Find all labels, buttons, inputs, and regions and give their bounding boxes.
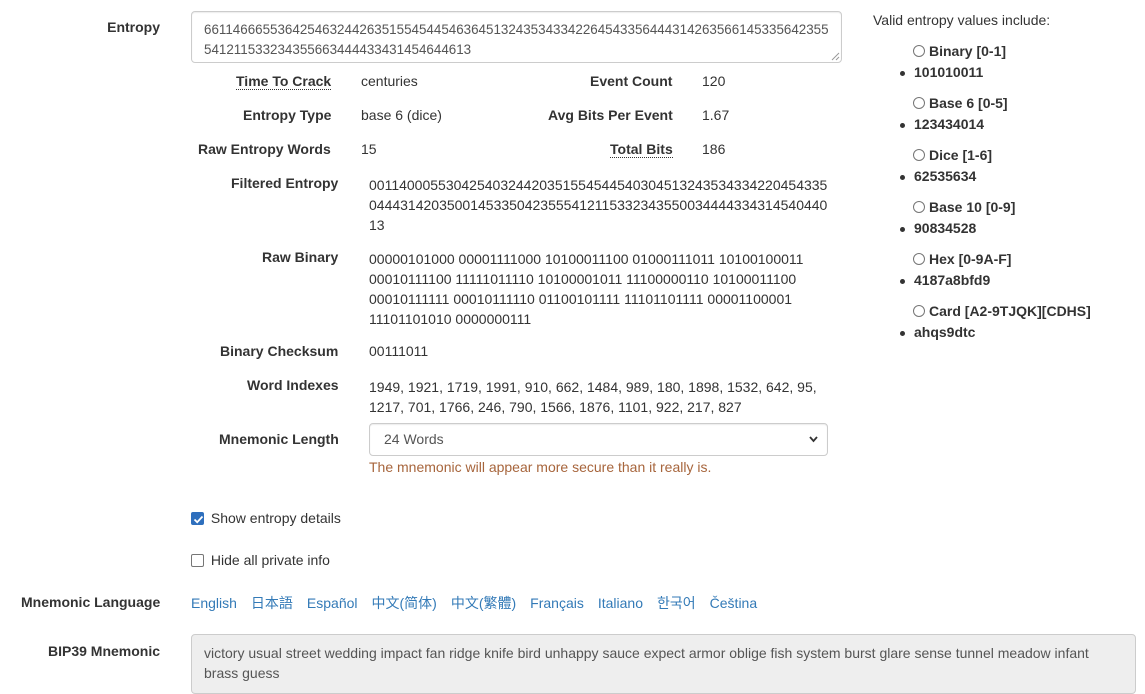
hide-private-checkbox[interactable] [191, 554, 204, 567]
bullet-icon [900, 278, 905, 284]
event-count-label: Event Count [590, 73, 673, 89]
radio-card[interactable] [913, 305, 925, 317]
radio-base10[interactable] [913, 201, 925, 213]
radio-base6[interactable] [913, 97, 925, 109]
language-link-spanish[interactable]: Español [307, 595, 358, 611]
mnemonic-length-label: Mnemonic Length [219, 431, 339, 447]
language-link-korean[interactable]: 한국어 [657, 595, 696, 611]
raw-binary-label: Raw Binary [262, 249, 339, 265]
language-link-czech[interactable]: Čeština [710, 595, 757, 611]
entropy-example-base6: 123434014 [900, 116, 984, 132]
entropy-option-dice[interactable]: Dice [1-6] [913, 147, 992, 163]
word-indexes-label: Word Indexes [247, 377, 339, 393]
resize-handle-icon[interactable] [831, 52, 840, 61]
entropy-input[interactable]: 6611466655364254632442635155454454636451… [191, 11, 842, 63]
entropy-example-base10: 90834528 [900, 220, 976, 236]
radio-hex[interactable] [913, 253, 925, 265]
language-link-italian[interactable]: Italiano [598, 595, 643, 611]
entropy-option-base6[interactable]: Base 6 [0-5] [913, 95, 1008, 111]
language-link-japanese[interactable]: 日本語 [251, 595, 293, 611]
mnemonic-language-label: Mnemonic Language [21, 594, 161, 610]
bullet-icon [900, 226, 905, 232]
language-link-chinese-traditional[interactable]: 中文(繁體) [451, 595, 516, 611]
checkmark-icon [193, 515, 204, 524]
bip39-mnemonic-output[interactable]: victory usual street wedding impact fan … [191, 634, 1136, 694]
language-link-french[interactable]: Français [530, 595, 584, 611]
entropy-example-binary: 101010011 [900, 64, 983, 80]
word-indexes-value: 1949, 1921, 1719, 1991, 910, 662, 1484, … [369, 379, 817, 415]
bullet-icon [900, 70, 905, 76]
bullet-icon [900, 330, 905, 336]
time-to-crack-value: centuries [361, 73, 418, 89]
hide-private-label: Hide all private info [210, 552, 330, 568]
entropy-option-base10[interactable]: Base 10 [0-9] [913, 199, 1015, 215]
entropy-label: Entropy [107, 19, 160, 35]
entropy-option-card[interactable]: Card [A2-9TJQK][CDHS] [913, 303, 1091, 319]
mnemonic-length-selected: 24 Words [384, 431, 444, 447]
chevron-down-icon [809, 436, 818, 443]
time-to-crack-label: Time To Crack [236, 73, 332, 90]
total-bits-value: 186 [702, 141, 726, 157]
entropy-type-value: base 6 (dice) [361, 107, 442, 123]
filtered-entropy-value: 0011400055304254032442035155454454030451… [369, 177, 828, 233]
entropy-option-binary[interactable]: Binary [0-1] [913, 43, 1006, 59]
radio-dice[interactable] [913, 149, 925, 161]
entropy-example-card: ahqs9dtc [900, 324, 975, 340]
raw-words-label: Raw Entropy Words [198, 141, 331, 157]
avg-bits-label: Avg Bits Per Event [548, 107, 673, 123]
entropy-option-hex[interactable]: Hex [0-9A-F] [913, 251, 1011, 267]
show-details-checkbox[interactable] [191, 512, 204, 525]
radio-binary[interactable] [913, 45, 925, 57]
show-details-label: Show entropy details [210, 510, 341, 526]
show-details-option[interactable]: Show entropy details [191, 510, 341, 526]
raw-binary-value: 00000101000 00001111000 10100011100 0100… [369, 251, 804, 327]
bullet-icon [900, 174, 905, 180]
security-warning: The mnemonic will appear more secure tha… [369, 459, 712, 475]
raw-words-value: 15 [361, 141, 377, 157]
language-links: English 日本語 Español 中文(简体) 中文(繁體) Français Ita… [191, 593, 771, 613]
bullet-icon [900, 122, 905, 128]
valid-entropy-title: Valid entropy values include: [873, 12, 1051, 28]
total-bits-label: Total Bits [610, 141, 673, 158]
bip39-mnemonic-label: BIP39 Mnemonic [48, 643, 161, 659]
filtered-entropy-label: Filtered Entropy [231, 175, 339, 191]
hide-private-option[interactable]: Hide all private info [191, 552, 330, 568]
entropy-example-hex: 4187a8bfd9 [900, 272, 990, 288]
entropy-type-label: Entropy Type [243, 107, 332, 123]
language-link-english[interactable]: English [191, 595, 237, 611]
entropy-example-dice: 62535634 [900, 168, 976, 184]
avg-bits-value: 1.67 [702, 107, 730, 123]
binary-checksum-value: 00111011 [369, 343, 429, 359]
event-count-value: 120 [702, 73, 726, 89]
binary-checksum-label: Binary Checksum [220, 343, 339, 359]
language-link-chinese-simplified[interactable]: 中文(简体) [372, 595, 437, 611]
mnemonic-length-select[interactable]: 24 Words [369, 423, 828, 456]
